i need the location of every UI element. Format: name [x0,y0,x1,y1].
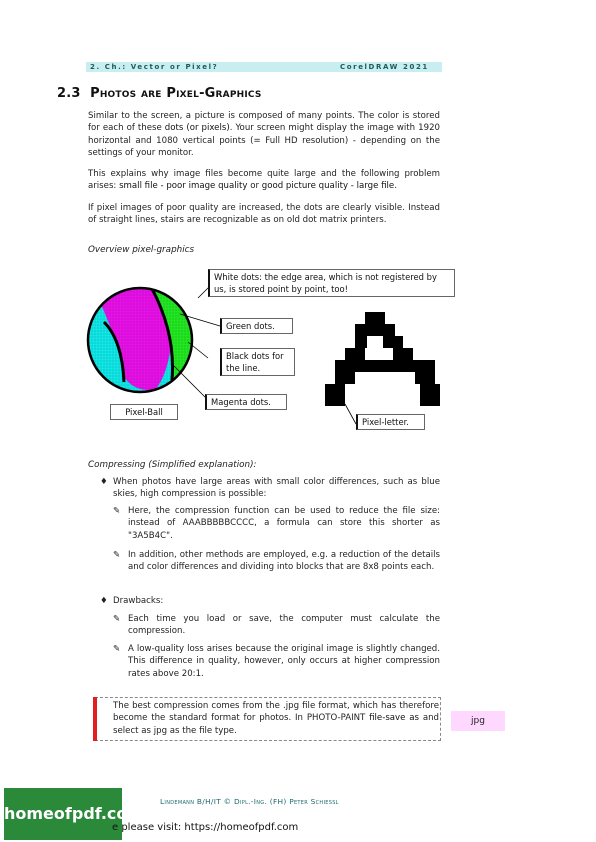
sub-glyph-4: ✎ [113,644,121,654]
paragraph-1: Similar to the screen, a picture is comp… [88,110,440,160]
p2-highlight-2: good picture quality - large file [261,181,395,192]
callout-white-dots: White dots: the edge area, which is not … [208,269,455,297]
p2-highlight-1: small file - poor image quality [119,181,248,192]
callout-black-dots: Black dots for the line. [220,348,295,376]
figure-caption: Overview pixel-graphics [88,245,195,255]
sub-glyph-3: ✎ [113,614,121,624]
watermark-logo[interactable]: homeofpdf.com [4,788,144,840]
sub-bullet-2-1: Each time you load or save, the computer… [128,614,440,637]
sub-bullet-2-2: A low-quality loss arises because the or… [128,644,440,679]
watermark-visit-text[interactable]: e please visit: https://homeofpdf.com [112,822,298,833]
sub-bullet-1-1: Here, the compression function can be us… [128,506,440,541]
callout-pixel-letter: Pixel-letter. [356,414,425,430]
tip-bar [93,697,97,741]
p2-end: . [394,181,397,192]
paragraph-2: This explains why image files become qui… [88,168,440,193]
section-title: Photos are Pixel-Graphics [90,86,262,101]
side-tag-jpg: jpg [451,711,505,731]
pixel-letter-graphic [325,312,440,406]
section-number: 2.3 [57,86,81,101]
bullet-2: Drawbacks: [113,596,164,606]
sub-glyph-1: ✎ [113,506,121,516]
sub-bullet-1-2: In addition, other methods are employed,… [128,550,440,573]
sub-glyph-2: ✎ [113,550,121,560]
bullet-1: When photos have large areas with small … [113,477,440,500]
callout-pixel-ball: Pixel-Ball [110,404,178,420]
header-chapter: 2. Ch.: Vector or Pixel? [90,63,219,71]
p1-highlight: dots (or pixels) [164,123,230,134]
header-product: CorelDRAW 2021 [340,63,429,71]
tip-text: The best compression comes from the .jpg… [113,700,439,737]
section-heading: 2.3 Photos are Pixel-Graphics [57,86,262,101]
p2-or: or [247,181,262,192]
bullet-glyph-2: ♦ [100,596,108,606]
tip-menu-path: file-save as [369,713,419,724]
page-footer: Lindemann B/H/IT © Dipl.-Ing. (FH) Peter… [160,797,339,806]
callout-magenta-dots: Magenta dots. [205,394,287,410]
bullet-glyph-1: ♦ [100,477,108,487]
compressing-caption: Compressing (Simplified explanation): [88,460,257,470]
callout-green-dots: Green dots. [220,318,293,334]
paragraph-3: If pixel images of poor quality are incr… [88,203,440,226]
